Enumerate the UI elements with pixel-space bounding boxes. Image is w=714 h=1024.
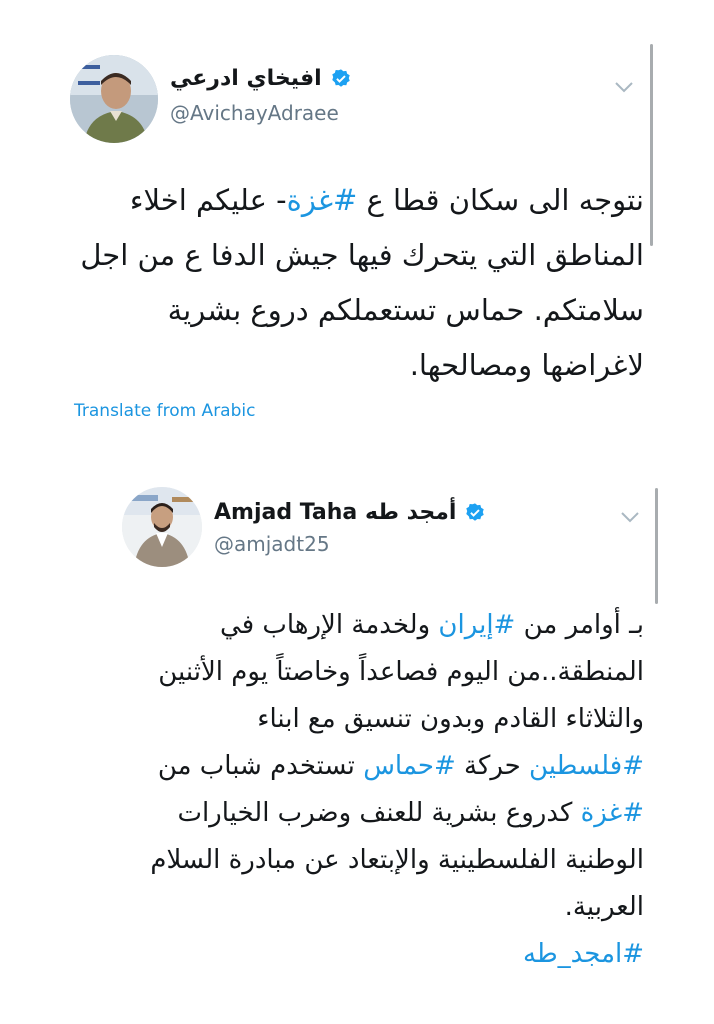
tweet-text-segment: ولخدمة الإرهاب في xyxy=(220,610,439,640)
tweet-text: بـ أوامر من #إيران ولخدمة الإرهاب في المن… xyxy=(64,602,644,978)
tweet-text: نتوجه الى سكان قطا ع #غزة- عليكم اخلاء ال… xyxy=(64,173,644,393)
tweet-text-line: #فلسطين حركة #حماس تستخدم شباب من xyxy=(64,743,644,790)
tweet-text-segment: لاغراضها ومصالحها. xyxy=(409,348,644,382)
author-handle[interactable]: @AvichayAdraee xyxy=(170,101,339,125)
tweet-amjad: Amjad Taha أمجد طه @amjadt25 بـ أوامر من… xyxy=(0,470,714,1024)
tweet-text-segment: المناطق التي يتحرك فيها جيش الدفا ع من ا… xyxy=(80,238,644,272)
hashtag-link[interactable]: #غزة xyxy=(581,798,644,828)
tweet-text-line: العربية. xyxy=(64,884,644,931)
chevron-down-icon[interactable] xyxy=(620,510,640,524)
tweet-text-segment: والثلاثاء القادم وبدون تنسيق مع ابناء xyxy=(257,704,644,734)
tweet-text-segment: العربية. xyxy=(564,892,644,922)
author-name[interactable]: Amjad Taha أمجد طه xyxy=(214,500,456,525)
tweet-text-line: #غزة كدروع بشرية للعنف وضرب الخيارات xyxy=(64,790,644,837)
tweet-text-line: بـ أوامر من #إيران ولخدمة الإرهاب في xyxy=(64,602,644,649)
tweet-avichay: افيخاي ادرعي @AvichayAdraee نتوجه الى سك… xyxy=(0,0,714,455)
hashtag-link[interactable]: #إيران xyxy=(438,610,515,640)
tweet-text-segment: تستخدم شباب من xyxy=(157,751,364,781)
avatar[interactable] xyxy=(70,55,158,143)
scrollbar[interactable] xyxy=(650,44,653,246)
avatar[interactable] xyxy=(122,487,202,567)
tweet-text-line: والثلاثاء القادم وبدون تنسيق مع ابناء xyxy=(64,696,644,743)
scrollbar[interactable] xyxy=(655,488,658,604)
author-handle[interactable]: @amjadt25 xyxy=(214,532,330,556)
hashtag-link[interactable]: #فلسطين xyxy=(529,751,644,781)
tweet-text-segment: سلامتكم. حماس تستعملكم دروع بشرية xyxy=(167,293,644,327)
tweet-text-segment: نتوجه الى سكان قطا ع xyxy=(357,183,644,217)
tweet-text-line: المناطق التي يتحرك فيها جيش الدفا ع من ا… xyxy=(64,228,644,283)
translate-link[interactable]: Translate from Arabic xyxy=(74,401,255,421)
tweet-text-segment: الوطنية الفلسطينية والإبتعاد عن مبادرة ا… xyxy=(150,845,644,875)
tweet-text-segment: بـ أوامر من xyxy=(515,610,644,640)
author-name-row: افيخاي ادرعي xyxy=(170,66,352,91)
tweet-text-line: الوطنية الفلسطينية والإبتعاد عن مبادرة ا… xyxy=(64,837,644,884)
chevron-down-icon[interactable] xyxy=(614,80,634,94)
tweet-text-segment: حركة xyxy=(455,751,530,781)
tweet-text-line: #امجد_طه xyxy=(64,931,644,978)
tweet-text-line: سلامتكم. حماس تستعملكم دروع بشرية xyxy=(64,283,644,338)
author-name-row: Amjad Taha أمجد طه xyxy=(214,500,486,525)
tweet-text-segment: المنطقة..من اليوم فصاعداً وخاصتاً يوم ال… xyxy=(158,657,644,687)
tweet-text-segment: كدروع بشرية للعنف وضرب الخيارات xyxy=(177,798,581,828)
tweet-text-line: لاغراضها ومصالحها. xyxy=(64,338,644,393)
avatar-image xyxy=(70,55,158,143)
verified-badge-icon xyxy=(331,68,350,87)
avatar-image xyxy=(122,487,202,567)
hashtag-link[interactable]: #غزة xyxy=(287,183,358,217)
author-name[interactable]: افيخاي ادرعي xyxy=(170,66,322,91)
hashtag-link[interactable]: #امجد_طه xyxy=(523,939,644,969)
tweet-text-line: المنطقة..من اليوم فصاعداً وخاصتاً يوم ال… xyxy=(64,649,644,696)
hashtag-link[interactable]: #حماس xyxy=(363,751,456,781)
verified-badge-icon xyxy=(466,502,485,521)
tweet-text-segment: - عليكم اخلاء xyxy=(129,183,287,217)
tweet-text-line: نتوجه الى سكان قطا ع #غزة- عليكم اخلاء xyxy=(64,173,644,228)
